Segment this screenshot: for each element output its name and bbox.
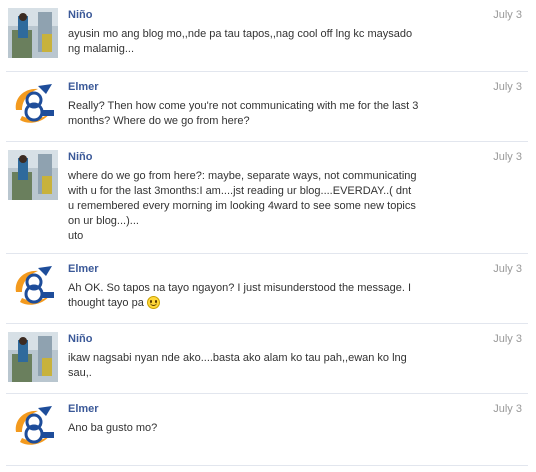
message-line: where do we go from here?: maybe, separa… (68, 170, 417, 182)
sender-name[interactable]: Niño (68, 151, 92, 163)
message-line: ng malamig... (68, 43, 135, 55)
message-line: thought tayo pa (68, 297, 144, 309)
message-date: July 3 (493, 81, 522, 93)
message-item: Niño July 3 ikaw nagsabi nyan nde ako...… (0, 324, 536, 394)
smiley-icon (146, 296, 160, 309)
elmer-logo-icon[interactable] (8, 262, 58, 312)
message-line: ikaw nagsabi nyan nde ako....basta ako a… (68, 352, 407, 364)
elmer-logo-icon[interactable] (8, 402, 58, 452)
nino-profile-photo-icon[interactable] (8, 8, 58, 58)
message-item: Elmer July 3 Ano ba gusto mo? (0, 394, 536, 466)
sender-name[interactable]: Niño (68, 9, 92, 21)
message-line-with-emoticon: thought tayo pa (68, 296, 448, 311)
sender-name[interactable]: Elmer (68, 81, 99, 93)
message-body: Really? Then how come you're not communi… (68, 99, 448, 129)
message-line: ayusin mo ang blog mo,,nde pa tau tapos,… (68, 28, 413, 40)
message-body: ikaw nagsabi nyan nde ako....basta ako a… (68, 351, 448, 381)
message-date: July 3 (493, 403, 522, 415)
message-body: ayusin mo ang blog mo,,nde pa tau tapos,… (68, 27, 448, 57)
message-body: Ano ba gusto mo? (68, 421, 448, 436)
message-item: Niño July 3 where do we go from here?: m… (0, 142, 536, 254)
elmer-logo-icon[interactable] (8, 80, 58, 130)
message-date: July 3 (493, 263, 522, 275)
message-date: July 3 (493, 333, 522, 345)
message-line: months? Where do we go from here? (68, 115, 250, 127)
sender-name[interactable]: Elmer (68, 263, 99, 275)
message-thread: Niño July 3 ayusin mo ang blog mo,,nde p… (0, 0, 536, 472)
message-date: July 3 (493, 9, 522, 21)
message-date: July 3 (493, 151, 522, 163)
nino-profile-photo-icon[interactable] (8, 332, 58, 382)
message-line: Ah OK. So tapos na tayo ngayon? I just m… (68, 282, 412, 294)
message-item: Elmer July 3 Ah OK. So tapos na tayo nga… (0, 254, 536, 324)
message-line: sau,. (68, 367, 92, 379)
message-line: Really? Then how come you're not communi… (68, 100, 419, 112)
nino-profile-photo-icon[interactable] (8, 150, 58, 200)
message-item: Elmer July 3 Really? Then how come you'r… (0, 72, 536, 142)
message-item: Niño July 3 ayusin mo ang blog mo,,nde p… (0, 0, 536, 72)
message-line: Ano ba gusto mo? (68, 422, 158, 434)
message-line: u remembered every morning im looking 4w… (68, 200, 416, 212)
sender-name[interactable]: Elmer (68, 403, 99, 415)
message-line: with u for the last 3months:I am....jst … (68, 185, 412, 197)
message-line: uto (68, 230, 84, 242)
message-body: Ah OK. So tapos na tayo ngayon? I just m… (68, 281, 448, 311)
message-line: on ur blog...)... (68, 215, 139, 227)
message-body: where do we go from here?: maybe, separa… (68, 169, 448, 244)
sender-name[interactable]: Niño (68, 333, 92, 345)
divider (6, 465, 528, 466)
